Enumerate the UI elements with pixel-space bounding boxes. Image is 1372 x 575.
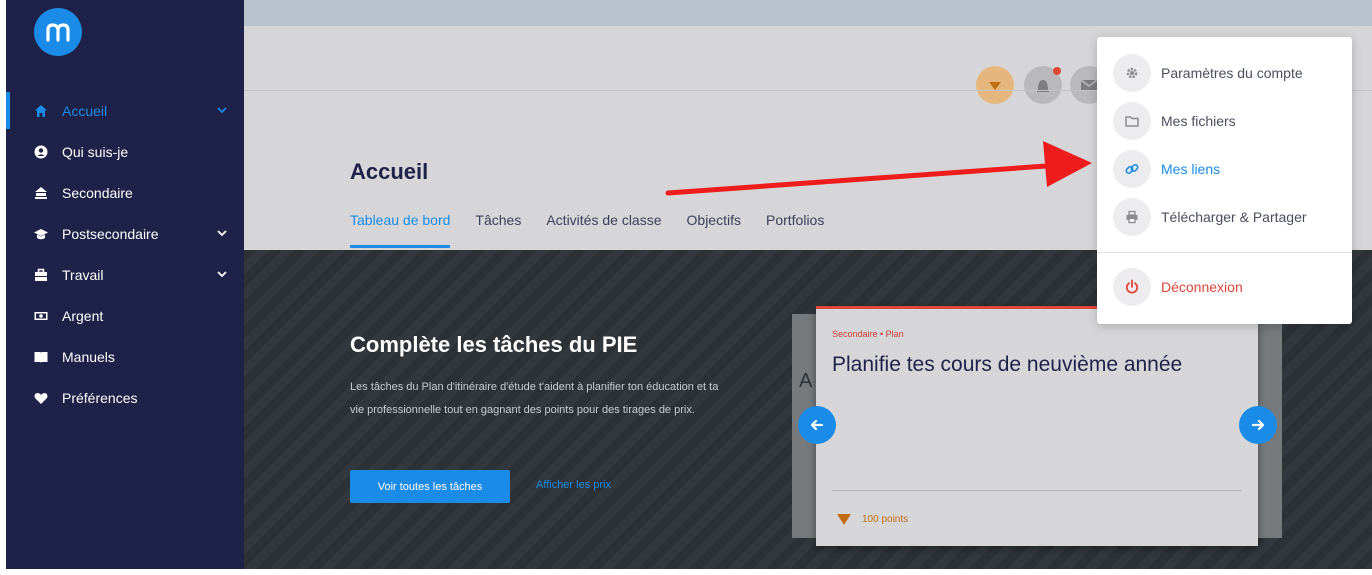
menu-item-label: Déconnexion [1161, 279, 1243, 295]
menu-item-my-files[interactable]: Mes fichiers [1113, 101, 1343, 141]
points-heart-icon [837, 514, 851, 525]
card-behind-peek-text: A [799, 370, 813, 392]
card-points-label: 100 points [862, 513, 909, 525]
sidebar-nav: Accueil Qui suis-je Secondaire Postsecon… [6, 90, 244, 418]
menu-item-label: Mes liens [1161, 161, 1221, 177]
sidebar-item-preferences[interactable]: Préférences [6, 377, 244, 418]
sidebar-item-label: Manuels [62, 348, 115, 365]
menu-item-logout[interactable]: Déconnexion [1113, 267, 1343, 307]
home-icon [35, 104, 47, 117]
tab-tableau-de-bord[interactable]: Tableau de bord [350, 212, 451, 248]
menu-item-account-settings[interactable]: Paramètres du compte [1113, 53, 1343, 93]
notifications-button[interactable] [1024, 66, 1062, 104]
sidebar-item-travail[interactable]: Travail [6, 254, 244, 295]
account-dropdown-menu: Paramètres du compte Mes fichiers Mes li… [1097, 37, 1352, 324]
graduation-cap-icon [34, 228, 48, 239]
carousel-next-button[interactable] [1239, 406, 1277, 444]
carousel-prev-button[interactable] [798, 406, 836, 444]
user-circle-icon [34, 145, 48, 158]
menu-item-label: Mes fichiers [1161, 113, 1236, 129]
tab-taches[interactable]: Tâches [475, 212, 521, 248]
chevron-down-icon[interactable] [216, 227, 228, 239]
menu-divider [1097, 252, 1352, 253]
sidebar-item-label: Argent [62, 307, 104, 324]
sidebar-item-postsecondaire[interactable]: Postsecondaire [6, 213, 244, 254]
heart-icon [34, 392, 48, 404]
sidebar-item-label: Qui suis-je [62, 143, 129, 160]
folder-icon [1113, 102, 1151, 140]
page-title: Accueil [350, 159, 429, 184]
sidebar-item-label: Travail [62, 266, 104, 283]
sidebar-item-label: Secondaire [62, 184, 133, 201]
school-icon [35, 186, 47, 199]
card-points: 100 points [836, 512, 908, 526]
points-heart-icon [989, 82, 1001, 90]
tab-activites-de-classe[interactable]: Activités de classe [546, 212, 661, 248]
hero-title: Complète les tâches du PIE [350, 332, 638, 357]
link-icon [1113, 150, 1151, 188]
sidebar-item-argent[interactable]: Argent [6, 295, 244, 336]
task-card[interactable]: Secondaire • Plan Planifie tes cours de … [816, 306, 1258, 546]
menu-item-label: Paramètres du compte [1161, 65, 1303, 81]
card-tag: Secondaire • Plan [832, 329, 904, 339]
chevron-down-icon[interactable] [216, 268, 228, 280]
sidebar-item-label: Postsecondaire [62, 225, 159, 242]
tab-portfolios[interactable]: Portfolios [766, 212, 824, 248]
sidebar-item-secondaire[interactable]: Secondaire [6, 172, 244, 213]
tab-objectifs[interactable]: Objectifs [687, 212, 741, 248]
power-icon [1113, 268, 1151, 306]
points-badge-button[interactable] [976, 66, 1014, 104]
sidebar-item-label: Préférences [62, 389, 138, 406]
menu-item-my-links[interactable]: Mes liens [1113, 149, 1343, 189]
top-notification-strip [244, 0, 1372, 26]
arrow-left-icon [810, 419, 824, 431]
sidebar-item-label: Accueil [62, 102, 108, 119]
sidebar-item-accueil[interactable]: Accueil [6, 90, 244, 131]
arrow-right-icon [1251, 419, 1265, 431]
view-all-tasks-button[interactable]: Voir toutes les tâches [350, 470, 510, 503]
printer-icon [1113, 198, 1151, 236]
book-icon [34, 351, 48, 363]
hero-description: Les tâches du Plan d'itinéraire d'étude … [350, 381, 719, 416]
sidebar: Accueil Qui suis-je Secondaire Postsecon… [6, 0, 244, 569]
app-logo[interactable] [34, 8, 82, 56]
page-tabs: Tableau de bord Tâches Activités de clas… [350, 212, 849, 248]
menu-item-download-share[interactable]: Télécharger & Partager [1113, 197, 1343, 237]
briefcase-icon [35, 268, 47, 281]
bell-icon [1037, 67, 1061, 92]
money-icon [34, 311, 48, 320]
card-divider [832, 490, 1242, 491]
menu-item-label: Télécharger & Partager [1161, 209, 1307, 225]
logo-m-icon [46, 23, 70, 42]
show-prizes-link[interactable]: Afficher les prix [536, 479, 611, 491]
chevron-down-icon[interactable] [216, 104, 228, 116]
card-title: Planifie tes cours de neuvième année [832, 353, 1183, 376]
sidebar-item-manuels[interactable]: Manuels [6, 336, 244, 377]
gear-icon [1113, 54, 1151, 92]
sidebar-item-qui-suis-je[interactable]: Qui suis-je [6, 131, 244, 172]
